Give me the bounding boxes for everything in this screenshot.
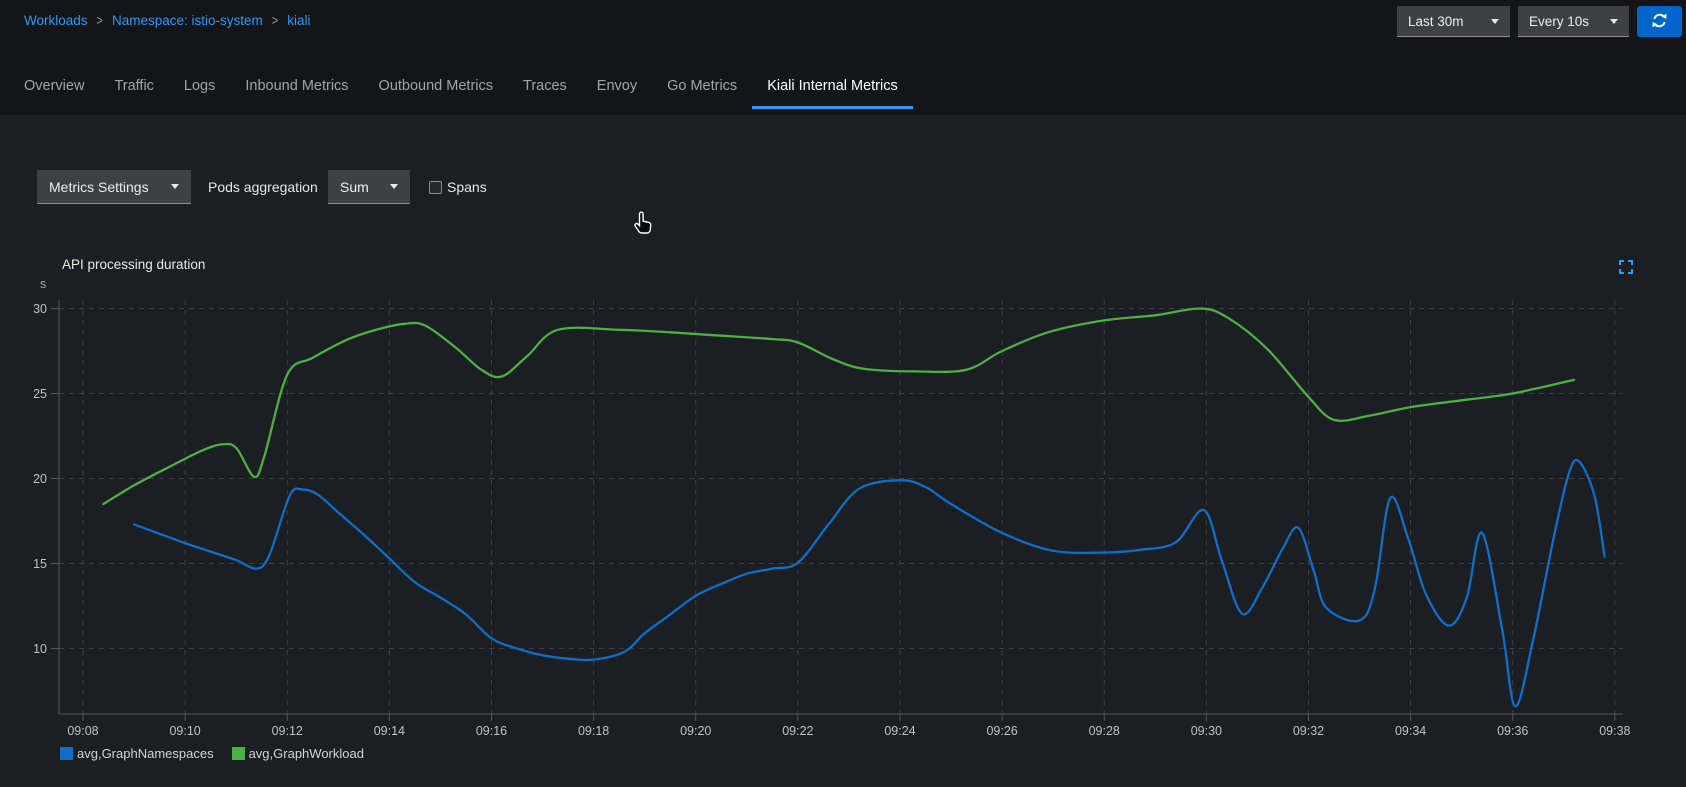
x-tick-label: 09:26 bbox=[986, 724, 1017, 738]
legend-label: avg,GraphNamespaces bbox=[77, 746, 214, 761]
refresh-interval-select[interactable]: Every 10s bbox=[1518, 6, 1629, 37]
x-tick-label: 09:22 bbox=[782, 724, 813, 738]
y-tick-label: 20 bbox=[33, 472, 47, 486]
tab-traffic[interactable]: Traffic bbox=[99, 66, 168, 109]
y-tick-label: 10 bbox=[33, 642, 47, 656]
breadcrumb-link-workloads[interactable]: Workloads bbox=[24, 13, 88, 28]
tab-outbound-metrics[interactable]: Outbound Metrics bbox=[364, 66, 508, 109]
breadcrumb-link-workload-kiali[interactable]: kiali bbox=[287, 13, 310, 28]
tab-kiali-internal-metrics[interactable]: Kiali Internal Metrics bbox=[752, 66, 913, 109]
refresh-button[interactable] bbox=[1637, 6, 1682, 37]
x-tick-label: 09:12 bbox=[272, 724, 303, 738]
caret-down-icon bbox=[1610, 19, 1618, 24]
legend-label: avg,GraphWorkload bbox=[249, 746, 364, 761]
tab-logs[interactable]: Logs bbox=[169, 66, 230, 109]
tab-overview[interactable]: Overview bbox=[9, 66, 99, 109]
x-tick-label: 09:38 bbox=[1599, 724, 1630, 738]
series-line-avg-graphworkload bbox=[103, 308, 1574, 504]
y-tick-label: 15 bbox=[33, 557, 47, 571]
x-tick-label: 09:08 bbox=[67, 724, 98, 738]
x-tick-label: 09:16 bbox=[476, 724, 507, 738]
duration-select[interactable]: Last 30m bbox=[1397, 6, 1510, 37]
api-processing-duration-chart: 09:08 09:10 09:12 09:14 09:16 09:18 09:20 09:22… bbox=[0, 115, 1686, 787]
x-tick-label: 09:36 bbox=[1497, 724, 1528, 738]
breadcrumb: Workloads > Namespace: istio-system > ki… bbox=[24, 13, 310, 28]
x-tick-label: 09:20 bbox=[680, 724, 711, 738]
x-tick-label: 09:24 bbox=[884, 724, 915, 738]
x-tick-label: 09:18 bbox=[578, 724, 609, 738]
tab-traces[interactable]: Traces bbox=[508, 66, 582, 109]
tab-bar: Overview Traffic Logs Inbound Metrics Ou… bbox=[9, 66, 913, 109]
chevron-right-icon: > bbox=[272, 13, 278, 28]
legend-swatch-blue bbox=[60, 747, 73, 760]
caret-down-icon bbox=[1491, 19, 1499, 24]
x-tick-label: 09:14 bbox=[374, 724, 405, 738]
breadcrumb-link-namespace[interactable]: Namespace: istio-system bbox=[112, 13, 263, 28]
sync-icon bbox=[1651, 12, 1668, 32]
x-tick-label: 09:28 bbox=[1089, 724, 1120, 738]
series-line-avg-graphnamespaces bbox=[134, 460, 1605, 706]
kiali-workload-detail-page: Workloads > Namespace: istio-system > ki… bbox=[0, 0, 1686, 787]
refresh-interval-value: Every 10s bbox=[1529, 14, 1589, 29]
legend-item-graphworkload[interactable]: avg,GraphWorkload bbox=[232, 746, 364, 761]
tab-inbound-metrics[interactable]: Inbound Metrics bbox=[230, 66, 363, 109]
x-tick-label: 09:34 bbox=[1395, 724, 1426, 738]
tab-envoy[interactable]: Envoy bbox=[582, 66, 652, 109]
legend-swatch-green bbox=[232, 747, 245, 760]
x-tick-label: 09:30 bbox=[1191, 724, 1222, 738]
x-tick-label: 09:10 bbox=[169, 724, 200, 738]
tab-go-metrics[interactable]: Go Metrics bbox=[652, 66, 752, 109]
chart-legend: avg,GraphNamespaces avg,GraphWorkload bbox=[60, 746, 364, 761]
duration-select-value: Last 30m bbox=[1408, 14, 1464, 29]
y-tick-label: 25 bbox=[33, 387, 47, 401]
x-tick-label: 09:32 bbox=[1293, 724, 1324, 738]
y-tick-label: 30 bbox=[33, 302, 47, 316]
legend-item-graphnamespaces[interactable]: avg,GraphNamespaces bbox=[60, 746, 214, 761]
chevron-right-icon: > bbox=[97, 13, 103, 28]
